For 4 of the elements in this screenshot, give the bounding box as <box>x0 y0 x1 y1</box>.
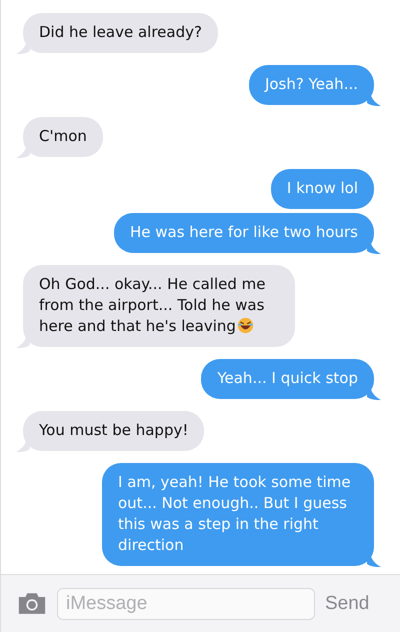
message-bubble: I know lol <box>270 169 374 209</box>
message-input[interactable]: iMessage <box>57 588 315 620</box>
camera-icon[interactable] <box>17 592 47 615</box>
send-button[interactable]: Send <box>325 592 370 614</box>
